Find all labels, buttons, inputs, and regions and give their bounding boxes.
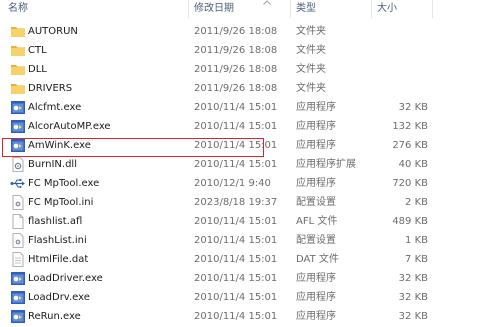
file-date: 2010/11/4 15:01 bbox=[194, 216, 278, 227]
file-type: 配置设置 bbox=[296, 197, 336, 208]
file-date: 2011/9/26 18:08 bbox=[194, 83, 278, 94]
column-divider[interactable] bbox=[188, 0, 189, 18]
file-name: flashlist.afl bbox=[28, 216, 83, 227]
file-date: 2011/9/26 18:08 bbox=[194, 26, 278, 37]
file-name: AUTORUN bbox=[28, 26, 78, 37]
file-type: 应用程序 bbox=[296, 178, 336, 189]
file-size: 276 KB bbox=[392, 140, 428, 151]
file-row[interactable]: HtmlFile.dat 2010/11/4 15:01 DAT 文件 7 KB bbox=[0, 250, 500, 269]
file-row[interactable]: FC MpTool.ini 2023/8/18 19:37 配置设置 2 KB bbox=[0, 193, 500, 212]
file-type: 文件夹 bbox=[296, 64, 326, 75]
file-date: 2023/8/18 19:37 bbox=[194, 197, 278, 208]
file-date: 2010/11/4 15:01 bbox=[194, 121, 278, 132]
folder-icon bbox=[10, 43, 26, 58]
file-type: 应用程序 bbox=[296, 273, 336, 284]
column-header-size[interactable]: 大小 bbox=[377, 3, 397, 15]
file-type: 应用程序 bbox=[296, 292, 336, 303]
file-row[interactable]: AlcorAutoMP.exe 2010/11/4 15:01 应用程序 132 KB bbox=[0, 117, 500, 136]
file-row[interactable]: DLL 2011/9/26 18:08 文件夹 bbox=[0, 60, 500, 79]
file-name: LoadDriver.exe bbox=[28, 273, 103, 284]
file-size: 32 KB bbox=[398, 311, 428, 322]
file-name: AlcorAutoMP.exe bbox=[28, 121, 111, 132]
file-type: 应用程序 bbox=[296, 140, 336, 151]
file-row[interactable]: BurnIN.dll 2010/11/4 15:01 应用程序扩展 40 KB bbox=[0, 155, 500, 174]
file-type: 文件夹 bbox=[296, 83, 326, 94]
file-size: 1 KB bbox=[405, 235, 428, 246]
file-date: 2010/11/4 15:01 bbox=[194, 292, 278, 303]
file-name: FC MpTool.exe bbox=[28, 178, 100, 189]
settings-file-icon bbox=[10, 233, 26, 248]
file-date: 2010/11/4 15:01 bbox=[194, 311, 278, 322]
file-row[interactable]: LoadDriver.exe 2010/11/4 15:01 应用程序 32 KB bbox=[0, 269, 500, 288]
file-name: DRIVERS bbox=[28, 83, 73, 94]
file-size: 40 KB bbox=[398, 159, 428, 170]
file-row[interactable]: AUTORUN 2011/9/26 18:08 文件夹 bbox=[0, 22, 500, 41]
file-type: 应用程序 bbox=[296, 121, 336, 132]
column-header: 名称 修改日期 类型 大小 bbox=[0, 0, 500, 18]
folder-icon bbox=[10, 24, 26, 39]
column-divider[interactable] bbox=[290, 0, 291, 18]
file-name: BurnIN.dll bbox=[28, 159, 77, 170]
application-icon bbox=[10, 271, 26, 286]
file-row[interactable]: CTL 2011/9/26 18:08 文件夹 bbox=[0, 41, 500, 60]
file-type: DAT 文件 bbox=[296, 254, 339, 265]
file-date: 2011/9/26 18:08 bbox=[194, 64, 278, 75]
dll-file-icon bbox=[10, 157, 26, 172]
column-divider[interactable] bbox=[432, 0, 433, 18]
file-date: 2010/11/4 15:01 bbox=[194, 102, 278, 113]
file-row[interactable]: DRIVERS 2011/9/26 18:08 文件夹 bbox=[0, 79, 500, 98]
blank-file-icon bbox=[10, 214, 26, 229]
file-size: 720 KB bbox=[392, 178, 428, 189]
file-name: ReRun.exe bbox=[28, 311, 81, 322]
file-row[interactable]: flashlist.afl 2010/11/4 15:01 AFL 文件 489 KB bbox=[0, 212, 500, 231]
file-type: AFL 文件 bbox=[296, 216, 338, 227]
file-name: CTL bbox=[28, 45, 47, 56]
usb-icon bbox=[10, 176, 26, 191]
file-type: 文件夹 bbox=[296, 45, 326, 56]
file-name: Alcfmt.exe bbox=[28, 102, 82, 113]
file-date: 2010/11/4 15:01 bbox=[194, 159, 278, 170]
file-row[interactable]: Alcfmt.exe 2010/11/4 15:01 应用程序 32 KB bbox=[0, 98, 500, 117]
file-row[interactable]: FlashList.ini 2010/11/4 15:01 配置设置 1 KB bbox=[0, 231, 500, 250]
file-size: 489 KB bbox=[392, 216, 428, 227]
settings-file-icon bbox=[10, 195, 26, 210]
application-icon bbox=[10, 290, 26, 305]
folder-icon bbox=[10, 81, 26, 96]
highlight-box bbox=[2, 138, 264, 157]
sort-chevron-up-icon bbox=[263, 0, 271, 5]
file-size: 32 KB bbox=[398, 102, 428, 113]
file-name: HtmlFile.dat bbox=[28, 254, 89, 265]
folder-icon bbox=[10, 62, 26, 77]
file-row[interactable]: FC MpTool.exe 2010/12/1 9:40 应用程序 720 KB bbox=[0, 174, 500, 193]
file-type: 应用程序扩展 bbox=[296, 159, 356, 170]
file-size: 7 KB bbox=[405, 254, 428, 265]
file-type: 配置设置 bbox=[296, 235, 336, 246]
file-type: 文件夹 bbox=[296, 26, 326, 37]
file-type: 应用程序 bbox=[296, 102, 336, 113]
file-name: DLL bbox=[28, 64, 47, 75]
application-icon bbox=[10, 119, 26, 134]
file-date: 2011/9/26 18:08 bbox=[194, 45, 278, 56]
file-date: 2010/11/4 15:01 bbox=[194, 273, 278, 284]
file-date: 2010/11/4 15:01 bbox=[194, 235, 278, 246]
file-date: 2010/11/4 15:01 bbox=[194, 254, 278, 265]
file-row[interactable]: ReRun.exe 2010/11/4 15:01 应用程序 32 KB bbox=[0, 307, 500, 326]
file-date: 2010/12/1 9:40 bbox=[194, 178, 271, 189]
file-size: 132 KB bbox=[392, 121, 428, 132]
application-icon bbox=[10, 309, 26, 324]
column-divider[interactable] bbox=[371, 0, 372, 18]
file-type: 应用程序 bbox=[296, 311, 336, 322]
file-size: 2 KB bbox=[405, 197, 428, 208]
file-row[interactable]: LoadDrv.exe 2010/11/4 15:01 应用程序 32 KB bbox=[0, 288, 500, 307]
column-header-type[interactable]: 类型 bbox=[296, 3, 316, 15]
file-size: 32 KB bbox=[398, 273, 428, 284]
file-name: FlashList.ini bbox=[28, 235, 87, 246]
column-header-name[interactable]: 名称 bbox=[8, 3, 28, 15]
file-name: FC MpTool.ini bbox=[28, 197, 94, 208]
application-icon bbox=[10, 100, 26, 115]
column-header-date[interactable]: 修改日期 bbox=[194, 3, 234, 15]
file-size: 32 KB bbox=[398, 292, 428, 303]
file-name: LoadDrv.exe bbox=[28, 292, 90, 303]
